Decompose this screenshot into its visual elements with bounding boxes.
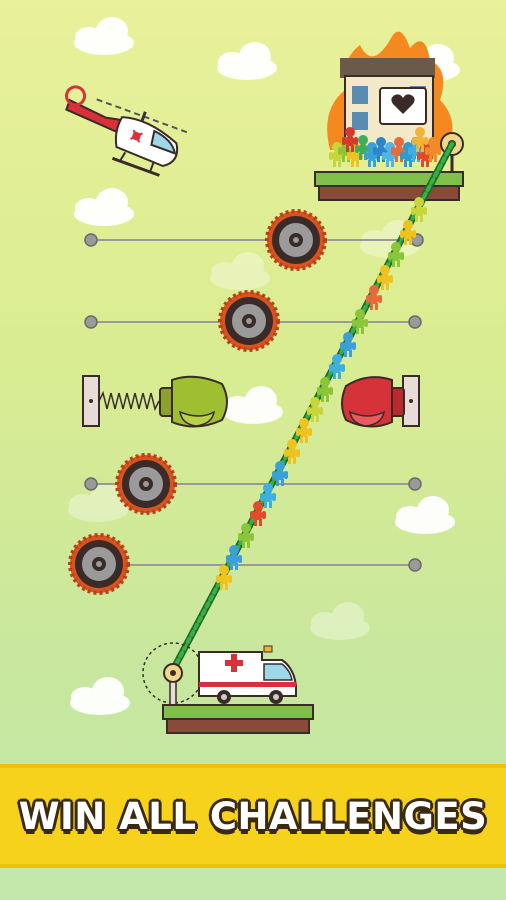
saw-blade-icon[interactable] xyxy=(218,290,280,352)
cloud xyxy=(210,252,270,290)
pulley-icon[interactable] xyxy=(142,642,204,707)
banner: WIN ALL CHALLENGES xyxy=(0,764,506,868)
bottom-strip xyxy=(0,868,506,900)
cloud xyxy=(223,386,283,424)
cloud xyxy=(395,496,455,534)
cloud xyxy=(70,677,130,715)
saw-blade-icon[interactable] xyxy=(68,533,130,595)
spring-glove-trap[interactable] xyxy=(82,375,228,428)
ambulance-icon xyxy=(198,645,297,704)
bottom-platform xyxy=(162,704,314,734)
saw-blade-icon[interactable] xyxy=(115,453,177,515)
top-platform xyxy=(314,171,464,201)
cloud xyxy=(217,42,277,80)
spring-icon xyxy=(98,390,160,412)
boxing-glove-icon xyxy=(341,376,405,428)
boxing-glove-icon xyxy=(159,375,228,428)
cloud xyxy=(74,188,134,226)
heart-sign-icon xyxy=(379,87,427,125)
helicopter-icon xyxy=(65,85,191,177)
banner-text: WIN ALL CHALLENGES xyxy=(18,794,488,838)
cloud xyxy=(74,17,134,55)
saw-blade-icon[interactable] xyxy=(265,209,327,271)
boxing-glove-trap[interactable] xyxy=(341,375,420,428)
cloud xyxy=(310,602,370,640)
